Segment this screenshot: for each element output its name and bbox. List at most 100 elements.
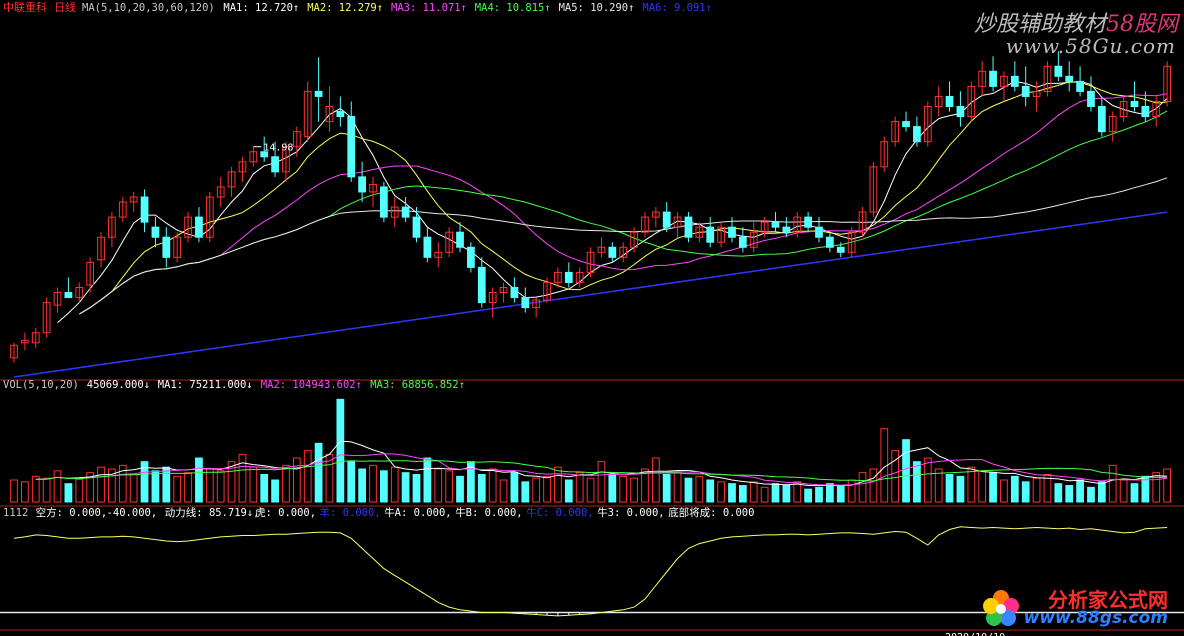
- volume-bar: [42, 477, 51, 503]
- volume-bar: [390, 466, 399, 503]
- flower-logo-icon: [983, 590, 1019, 626]
- volume-bar: [271, 479, 279, 503]
- volume-bar: [347, 461, 356, 503]
- candle-body: [336, 111, 345, 118]
- candle-body: [564, 271, 573, 283]
- volume-bar: [129, 474, 138, 503]
- volume-bar: [771, 483, 780, 503]
- volume-bar: [205, 468, 214, 503]
- volume-bar: [379, 470, 388, 503]
- watermark-top-url: www.58Gu.com: [1005, 34, 1176, 58]
- volume-bar: [782, 485, 791, 503]
- volume-bar: [619, 475, 628, 503]
- candle-body: [1130, 100, 1139, 107]
- price-legend-item: MA2: 12.279↑: [307, 2, 383, 14]
- volume-bar: [1163, 468, 1171, 503]
- price-legend-item: MA4: 10.815↑: [475, 2, 551, 14]
- volume-bar: [510, 472, 519, 503]
- volume-bar: [456, 475, 464, 503]
- volume-bar: [978, 470, 987, 503]
- volume-legend-item: MA1: 75211.000↓: [158, 379, 253, 391]
- volume-bar: [532, 477, 541, 503]
- volume-bar: [1021, 481, 1030, 503]
- price-legend-item: MA6: 9.091↑: [642, 2, 712, 14]
- candle-body: [423, 236, 432, 258]
- volume-bar: [836, 485, 845, 503]
- volume-bar: [282, 464, 290, 503]
- candle-body: [956, 106, 965, 118]
- volume-bar: [499, 479, 508, 503]
- volume-bar: [412, 474, 421, 503]
- candle-body: [358, 176, 366, 193]
- volume-bar: [184, 472, 192, 503]
- candle-body: [195, 216, 203, 238]
- volume-bar: [53, 470, 62, 503]
- volume-bar: [597, 461, 606, 503]
- volume-bar: [586, 477, 595, 503]
- date-label: 2020/10/10: [945, 632, 1005, 636]
- candle-body: [771, 221, 780, 228]
- volume-bar: [1010, 475, 1019, 503]
- volume-bar: [847, 479, 856, 503]
- candle-body: [477, 266, 486, 304]
- period-label: 日线: [54, 0, 76, 14]
- volume-bar: [1065, 485, 1074, 503]
- candle-body: [815, 226, 823, 238]
- candle-body: [738, 236, 747, 248]
- volume-bar: [1108, 464, 1117, 503]
- volume-bar: [162, 466, 171, 503]
- indicator-legend-item: 羊: 0.000,: [320, 506, 381, 519]
- volume-bar: [662, 474, 671, 503]
- candle-body: [521, 297, 530, 309]
- volume-bar: [956, 475, 965, 503]
- volume-bar: [195, 457, 203, 503]
- candle-body: [728, 226, 736, 238]
- volume-bar: [554, 466, 562, 503]
- watermark-bottom-logo: 分析家公式网 www.88gs.com: [978, 584, 1178, 632]
- volume-bar: [358, 468, 366, 503]
- volume-bar: [97, 466, 105, 503]
- volume-bar: [913, 461, 921, 503]
- volume-bar: [1000, 479, 1008, 503]
- volume-bar: [314, 442, 323, 503]
- volume-bar: [793, 481, 802, 503]
- volume-ma2-line: [35, 453, 1168, 486]
- volume-ma1-line: [35, 440, 1168, 486]
- candle-body: [706, 226, 715, 243]
- volume-bar: [728, 483, 736, 503]
- candle-body: [945, 95, 954, 107]
- volume-bar: [238, 453, 247, 503]
- volume-bar: [826, 483, 834, 503]
- indicator-legend-item: -40.000,: [107, 507, 158, 519]
- ma1-line: [57, 80, 1168, 324]
- candle-body: [662, 211, 671, 228]
- candle-body: [684, 216, 693, 238]
- volume-bar: [608, 474, 617, 503]
- volume-bar: [249, 466, 258, 503]
- volume-bar: [31, 475, 40, 503]
- price-legend-item: MA1: 12.720↑: [223, 2, 299, 14]
- volume-bar: [543, 475, 551, 503]
- volume-bar: [336, 398, 345, 503]
- volume-bar: [760, 486, 769, 503]
- candle-body: [467, 246, 475, 268]
- volume-bar: [521, 481, 530, 503]
- ma2-line: [79, 81, 1168, 315]
- price-legend-item: MA3: 11.071↑: [391, 2, 467, 14]
- candle-body: [1054, 65, 1063, 77]
- volume-bar: [695, 475, 704, 503]
- volume-bar: [1054, 483, 1063, 503]
- security-name: 中联重科: [3, 0, 47, 14]
- indicator-legend-item: 底部将成: 0.000: [668, 506, 754, 519]
- volume-bar: [75, 478, 84, 503]
- volume-bar: [575, 472, 584, 503]
- volume-bar: [869, 468, 878, 503]
- price-legend-item: MA5: 10.290↑: [559, 2, 635, 14]
- candle-body: [1065, 75, 1074, 82]
- volume-bar: [477, 474, 486, 503]
- volume-bar: [303, 450, 312, 503]
- indicator-legend-item: 动力线: 85.719↓,: [165, 506, 260, 519]
- volume-bar: [651, 457, 660, 503]
- volume-bar: [292, 457, 301, 503]
- candle-body: [913, 126, 921, 143]
